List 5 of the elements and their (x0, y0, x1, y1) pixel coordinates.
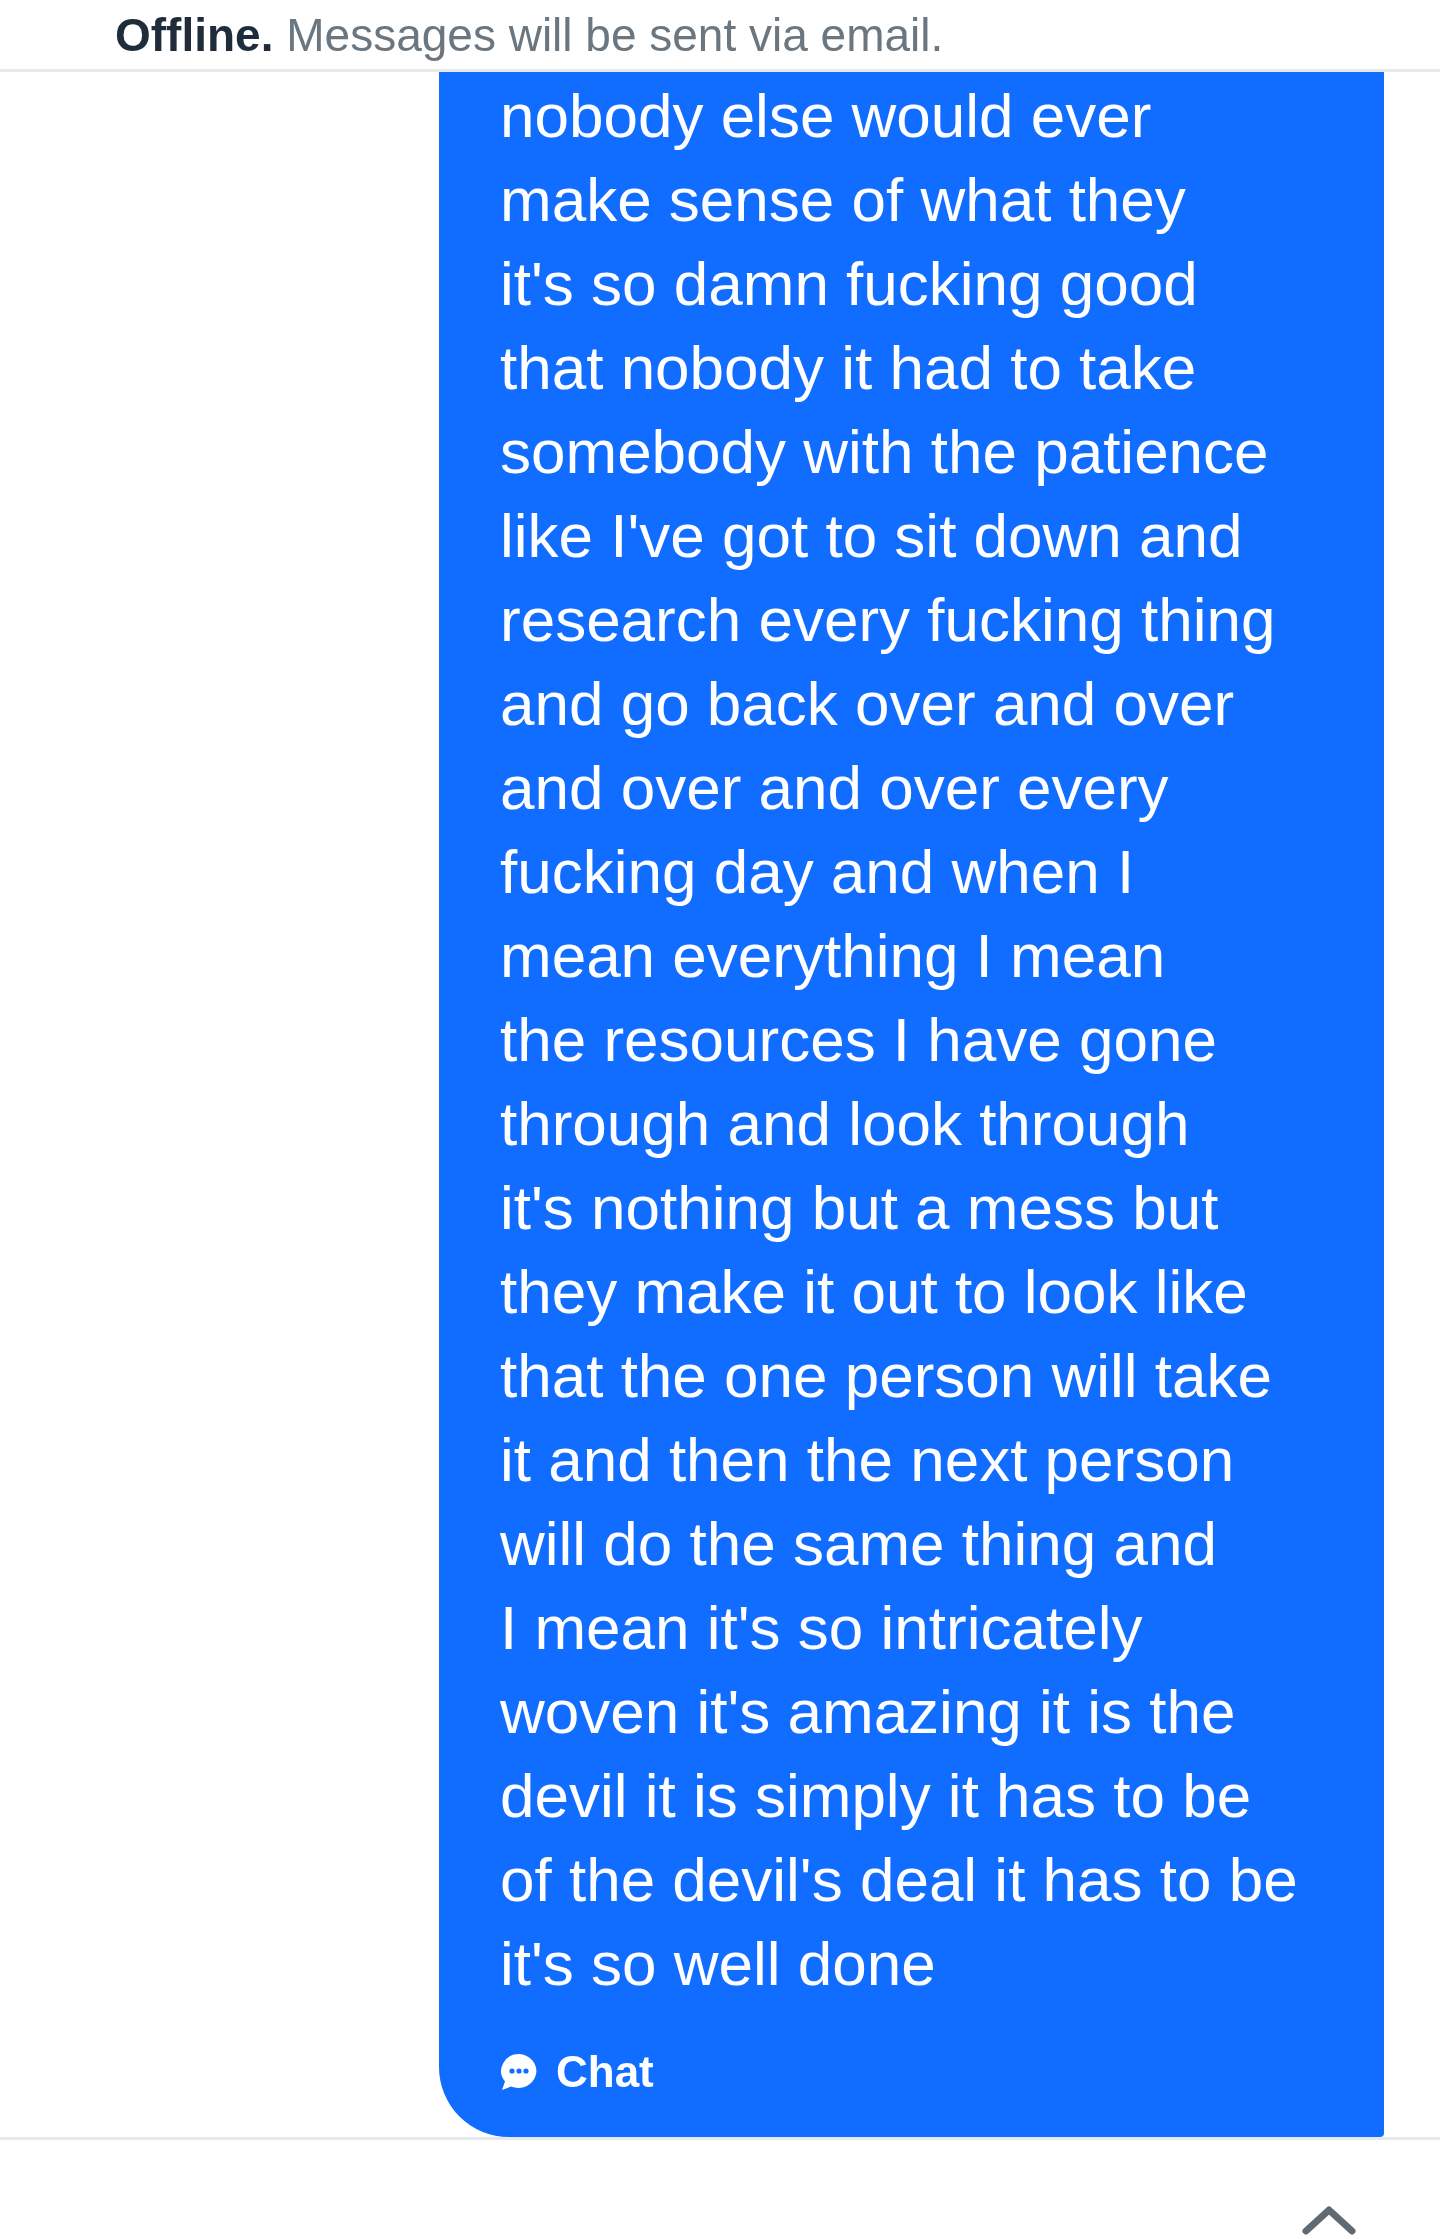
message-text: nobody else would ever make sense of what they it's so damn fucking good that nobody it had to take somebody with the patience like I've got to sit down and research every fucking thing and go back over and over and over and over every fucking day and when I mean everything I mean the resources I have gone through and look through it's nothing but a mess but they make it out to look like that the one person will take it and then the next person will do the same thing and I mean it's so intricately woven it's amazing it is the devil it is simply it has to be of the devil's deal it has to be it's so well done (500, 80, 1298, 2000)
chevron-up-icon[interactable] (1302, 2205, 1356, 2235)
offline-notice: Offline. Messages will be sent via email. (115, 7, 944, 63)
channel-label: Chat (556, 2047, 654, 2097)
chat-bubble-icon (500, 2053, 538, 2091)
